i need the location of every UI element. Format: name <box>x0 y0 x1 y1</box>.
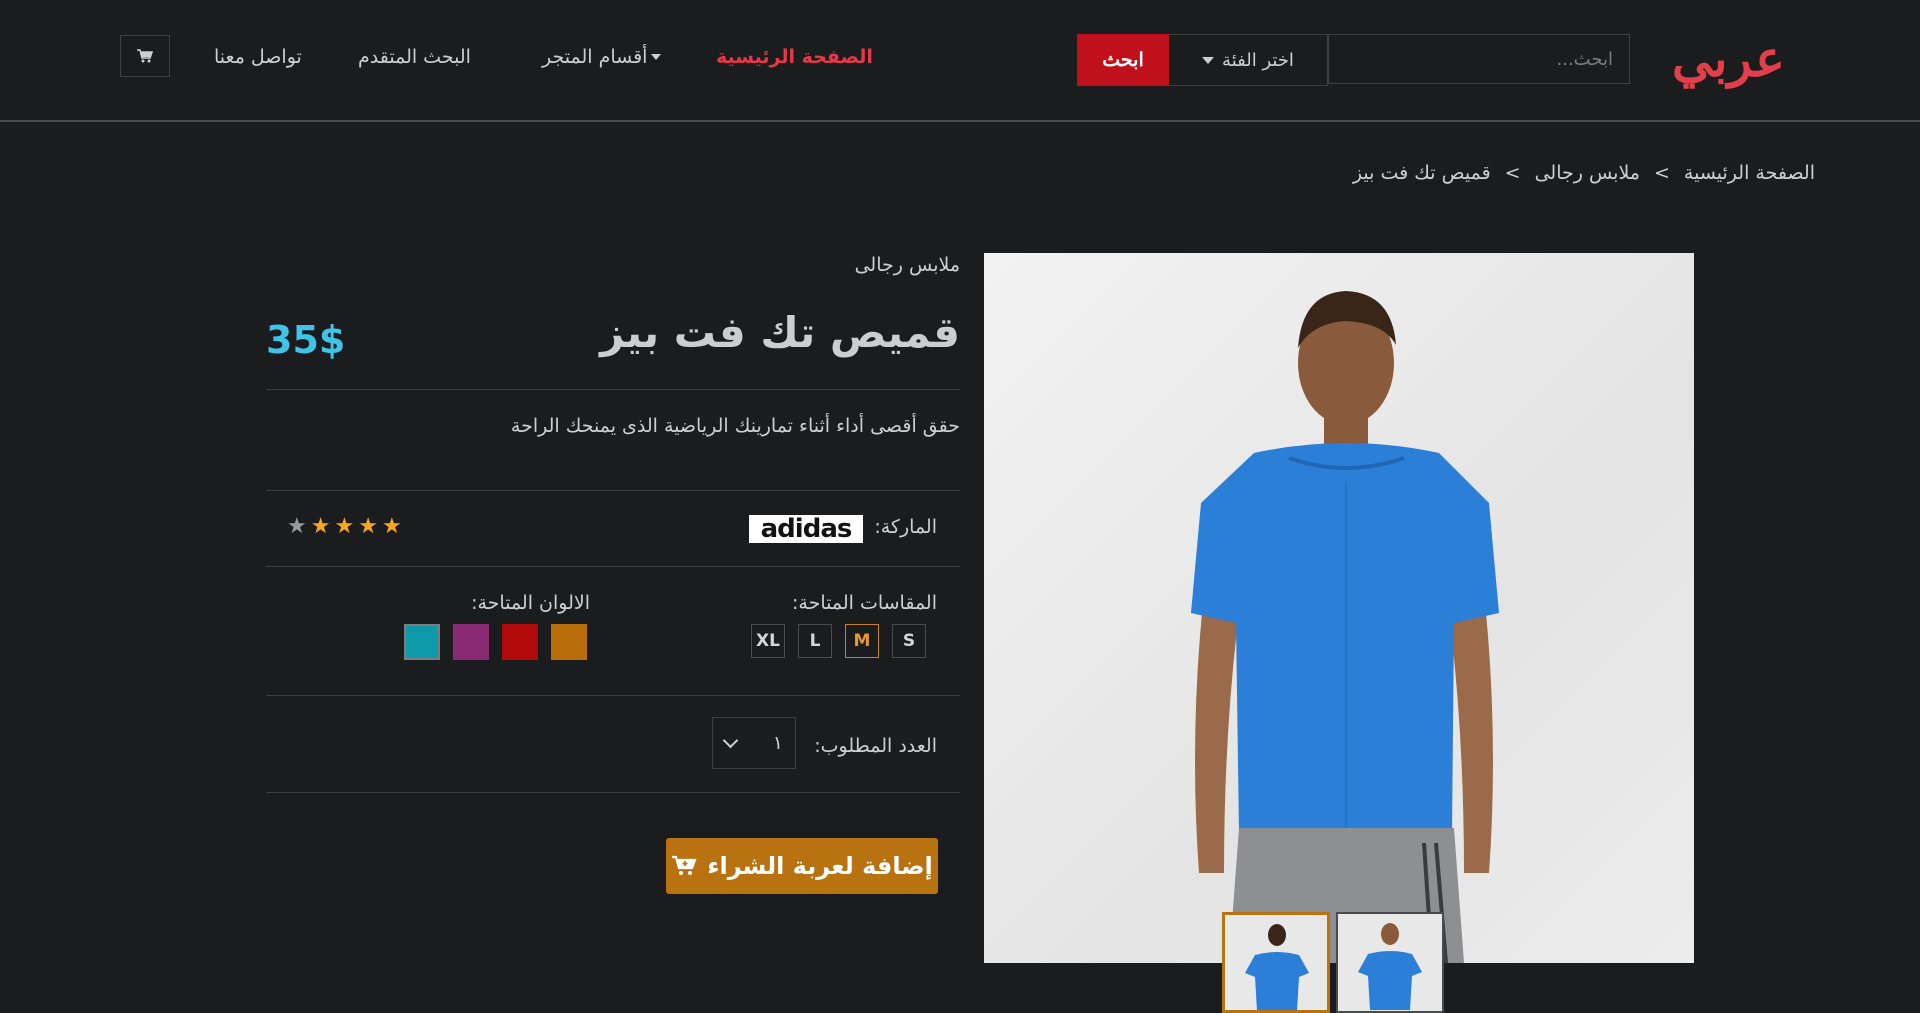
divider <box>266 490 960 491</box>
add-to-cart-button[interactable]: إضافة لعربة الشراء <box>666 838 938 894</box>
size-options: XL L M S <box>751 624 926 658</box>
thumbnail-front[interactable] <box>1336 912 1444 1013</box>
thumbnail-image <box>1245 924 1309 1010</box>
star-filled-icon: ★ <box>334 514 355 539</box>
top-header: عربي ابحث اختر الفئة الصفحة الرئيسية أقس… <box>0 0 1920 122</box>
nav-departments[interactable]: أقسام المتجر <box>542 46 662 68</box>
star-filled-icon: ★ <box>310 514 331 539</box>
color-swatch[interactable] <box>502 624 538 660</box>
size-option[interactable]: S <box>892 624 926 658</box>
divider <box>266 566 960 567</box>
thumbnail-image <box>1358 923 1422 1010</box>
search-bar: ابحث اختر الفئة <box>1077 34 1631 86</box>
product-category[interactable]: ملابس رجالى <box>855 254 960 276</box>
cart-icon <box>137 49 153 63</box>
chevron-down-icon <box>651 54 662 60</box>
product-main-image[interactable] <box>984 253 1694 963</box>
product-description: حقق أقصى أداء أثناء تمارينك الرياضية الذ… <box>510 415 960 437</box>
star-empty-icon: ★ <box>287 514 307 539</box>
star-filled-icon: ★ <box>358 514 378 539</box>
star-filled-icon: ★ <box>381 514 402 539</box>
thumbnail-strip <box>1222 912 1444 1013</box>
product-price: 35$ <box>266 318 346 362</box>
breadcrumb: الصفحة الرئيسية > ملابس رجالى > قميص تك … <box>1353 162 1815 184</box>
chevron-down-icon <box>722 732 739 749</box>
sizes-label: المقاسات المتاحة: <box>792 592 937 614</box>
color-swatch[interactable] <box>551 624 587 660</box>
color-options <box>404 624 587 660</box>
shirt-model-image <box>1191 291 1499 963</box>
divider <box>266 792 960 793</box>
nav-departments-label: أقسام المتجر <box>542 46 648 68</box>
breadcrumb-current: قميص تك فت بيز <box>1352 162 1491 184</box>
cart-plus-icon <box>672 855 697 875</box>
rating-stars: ★ ★ ★ ★ ★ <box>287 513 402 541</box>
color-swatch[interactable] <box>404 624 440 660</box>
breadcrumb-category[interactable]: ملابس رجالى <box>1535 162 1640 184</box>
add-to-cart-label: إضافة لعربة الشراء <box>707 852 933 880</box>
quantity-select[interactable]: ١ <box>712 717 796 769</box>
nav-home[interactable]: الصفحة الرئيسية <box>716 46 873 68</box>
search-input[interactable] <box>1328 34 1630 84</box>
thumbnail-back[interactable] <box>1222 912 1330 1013</box>
cart-button[interactable] <box>120 35 170 77</box>
nav-advanced-search[interactable]: البحث المتقدم <box>358 46 471 68</box>
product-title: قميص تك فت بيز <box>600 308 960 357</box>
search-button[interactable]: ابحث <box>1077 34 1169 86</box>
breadcrumb-separator: > <box>1653 162 1670 184</box>
divider <box>266 695 960 696</box>
brand-logo[interactable]: adidas <box>749 515 863 543</box>
size-option[interactable]: M <box>845 624 879 658</box>
chevron-down-icon <box>1202 56 1215 64</box>
breadcrumb-separator: > <box>1504 162 1521 184</box>
category-select[interactable]: اختر الفئة <box>1169 34 1328 86</box>
divider <box>266 389 960 390</box>
quantity-value: ١ <box>772 732 783 754</box>
breadcrumb-home[interactable]: الصفحة الرئيسية <box>1684 162 1815 184</box>
color-swatch[interactable] <box>453 624 489 660</box>
brand-label: الماركة: <box>874 516 937 538</box>
quantity-label: العدد المطلوب: <box>814 735 937 757</box>
site-logo[interactable]: عربي <box>1672 24 1785 94</box>
colors-label: الالوان المتاحة: <box>471 592 590 614</box>
size-option[interactable]: XL <box>751 624 785 658</box>
category-select-label: اختر الفئة <box>1222 49 1294 71</box>
nav-contact[interactable]: تواصل معنا <box>214 46 302 68</box>
size-option[interactable]: L <box>798 624 832 658</box>
